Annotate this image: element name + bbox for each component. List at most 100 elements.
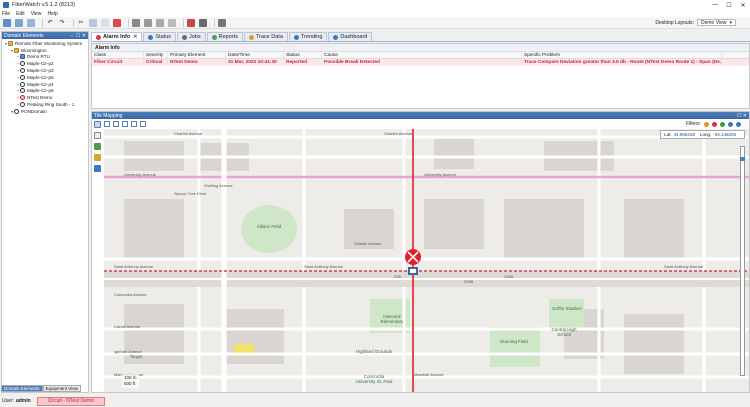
- maximize-icon[interactable]: ☐: [722, 2, 736, 9]
- tab-trending[interactable]: Trending: [288, 32, 328, 41]
- column-header[interactable]: Status: [284, 52, 322, 58]
- close-icon[interactable]: ✕: [736, 2, 750, 9]
- menu-file[interactable]: File: [2, 11, 10, 17]
- panel-actions[interactable]: ☐ ✕: [737, 113, 747, 119]
- open-icon[interactable]: [15, 18, 23, 27]
- route-icon: [20, 61, 25, 67]
- filter-icon[interactable]: [168, 18, 176, 27]
- tab-label: Trace Data: [255, 34, 283, 40]
- domain-panel-header: Domain Elements ⇔ ☐ ✕: [2, 32, 88, 39]
- tree-item[interactable]: + Maple-Cir-p3: [2, 67, 88, 74]
- layer-icon[interactable]: [94, 143, 101, 150]
- tab-jobs[interactable]: Jobs: [177, 32, 206, 41]
- table-icon[interactable]: [144, 18, 152, 27]
- redo-icon[interactable]: ↷: [58, 19, 66, 27]
- scale-imperial: 500 ft: [124, 381, 136, 386]
- select-icon[interactable]: [104, 121, 110, 127]
- desktop-layouts: Desktop Layouts: Demo View ▾: [655, 19, 736, 26]
- tree-item[interactable]: + Petaling Ring South - 1: [2, 101, 88, 108]
- filter-play-icon[interactable]: [720, 121, 725, 127]
- column-header[interactable]: Severity: [144, 52, 168, 58]
- refresh-icon[interactable]: [140, 121, 146, 127]
- tab-status[interactable]: Status: [143, 32, 176, 41]
- tree-item[interactable]: + Maple-Cir-p4: [2, 81, 88, 88]
- table-row[interactable]: Fiber Circuit Critical NTest Demo 31 Mar, 2…: [92, 59, 749, 66]
- desktop-layout-select[interactable]: Demo View ▾: [697, 19, 736, 26]
- tile-mapping-panel: Tile Mapping ☐ ✕ Filters: Charles Avenue…: [91, 111, 750, 393]
- street-label: Charles Avenue: [174, 131, 203, 136]
- tree-item[interactable]: + Maple-Cir-p5: [2, 74, 88, 81]
- zoom-thumb[interactable]: [740, 157, 745, 161]
- active-alarm-badge[interactable]: Circuit - NTest Demo: [36, 396, 105, 406]
- filter-critical-icon[interactable]: [712, 121, 717, 127]
- delete-icon[interactable]: [113, 18, 121, 27]
- report-icon[interactable]: [187, 18, 195, 27]
- tree-item[interactable]: + Maple-Cir-p6: [2, 88, 88, 95]
- menu-view[interactable]: View: [31, 11, 42, 17]
- tab-label: Alarm Info: [103, 34, 131, 40]
- menu-help[interactable]: Help: [47, 11, 57, 17]
- tree-item[interactable]: + Demo RTU: [2, 54, 88, 61]
- poi-label: Concordia University St. Paul: [355, 374, 393, 384]
- street-label: Charles Avenue: [384, 131, 413, 136]
- toolbar-divider: [214, 18, 215, 27]
- stats-icon[interactable]: [122, 121, 128, 127]
- highway-exit-label: 239A: [504, 274, 514, 279]
- pan-icon[interactable]: [94, 132, 101, 139]
- minimize-icon[interactable]: —: [708, 2, 722, 9]
- route-icon: [14, 108, 19, 114]
- zoom-icon[interactable]: [94, 121, 101, 128]
- table-cell: Trace Compare Deviation greater than 3.0…: [524, 59, 722, 66]
- desktop-layouts-label: Desktop Layouts:: [655, 19, 694, 26]
- tab-icon: [96, 34, 101, 40]
- panel-actions[interactable]: ⇔ ☐ ✕: [70, 33, 86, 39]
- long-value: -93.148205: [713, 132, 736, 137]
- map-canvas[interactable]: Charles Avenue Charles Avenue University…: [104, 129, 749, 392]
- tree-item[interactable]: + Maple-Cir-p2: [2, 60, 88, 67]
- tab-domain-elements[interactable]: Domain Elements: [1, 385, 43, 392]
- window-title: FiberWatch v.5.1.2 (8213): [12, 2, 75, 8]
- export-icon[interactable]: [131, 121, 137, 127]
- column-header[interactable]: Class: [92, 52, 144, 58]
- paste-icon[interactable]: [101, 18, 109, 27]
- zoom-slider[interactable]: [740, 146, 745, 376]
- undo-icon[interactable]: ↶: [46, 19, 54, 27]
- cut-icon[interactable]: ✂: [77, 19, 85, 27]
- link-icon[interactable]: [156, 18, 164, 27]
- tree-item[interactable]: ▾ Remote Fiber Monitoring System: [2, 40, 88, 47]
- poi-label: Allianz Field: [256, 224, 282, 229]
- menu-edit[interactable]: Edit: [16, 11, 25, 17]
- tab-dashboard[interactable]: Dashboard: [328, 32, 373, 41]
- filter-warning-icon[interactable]: [704, 121, 709, 127]
- screen-icon[interactable]: [218, 18, 226, 27]
- status-bar: User: admin Circuit - NTest Demo: [0, 395, 750, 407]
- close-tab-icon[interactable]: ✕: [133, 34, 137, 40]
- layout-icon[interactable]: [27, 18, 35, 27]
- column-header[interactable]: Specific Problem: [522, 52, 722, 58]
- rectangle-icon[interactable]: [113, 121, 119, 127]
- route-icon: [20, 88, 25, 94]
- tab-reports[interactable]: Reports: [206, 32, 243, 41]
- new-icon[interactable]: [3, 18, 11, 27]
- measure-icon[interactable]: [94, 154, 101, 161]
- settings-icon[interactable]: [199, 18, 207, 27]
- tab-equipment-view[interactable]: Equipment View: [42, 385, 81, 392]
- map-panel-header: Tile Mapping ☐ ✕: [92, 112, 749, 119]
- column-header[interactable]: Date/Time: [226, 52, 284, 58]
- toolbar: ↶ ↷ ✂ Desktop Layouts: Demo View ▾: [0, 17, 750, 29]
- locate-icon[interactable]: [94, 165, 101, 172]
- toolbar-divider: [42, 18, 43, 27]
- grid-icon[interactable]: [132, 18, 140, 27]
- column-header[interactable]: Primary Element: [168, 52, 226, 58]
- tab-alarm-info[interactable]: Alarm Info ✕: [91, 32, 143, 41]
- tree-item[interactable]: ▾ PONDomain: [2, 108, 88, 115]
- filter-stop-icon[interactable]: [728, 121, 733, 127]
- filter-grid-icon[interactable]: [736, 121, 741, 127]
- copy-icon[interactable]: [89, 18, 97, 27]
- tab-icon: [148, 34, 154, 40]
- tab-trace-data[interactable]: Trace Data: [243, 32, 288, 41]
- column-header[interactable]: Cause: [322, 52, 522, 58]
- coordinate-readout: Lat: 44.955436 Long: -93.148205: [660, 130, 745, 139]
- tree-item[interactable]: ▾ Bloomington: [2, 47, 88, 54]
- tree-item[interactable]: + NTest Demo: [2, 94, 88, 101]
